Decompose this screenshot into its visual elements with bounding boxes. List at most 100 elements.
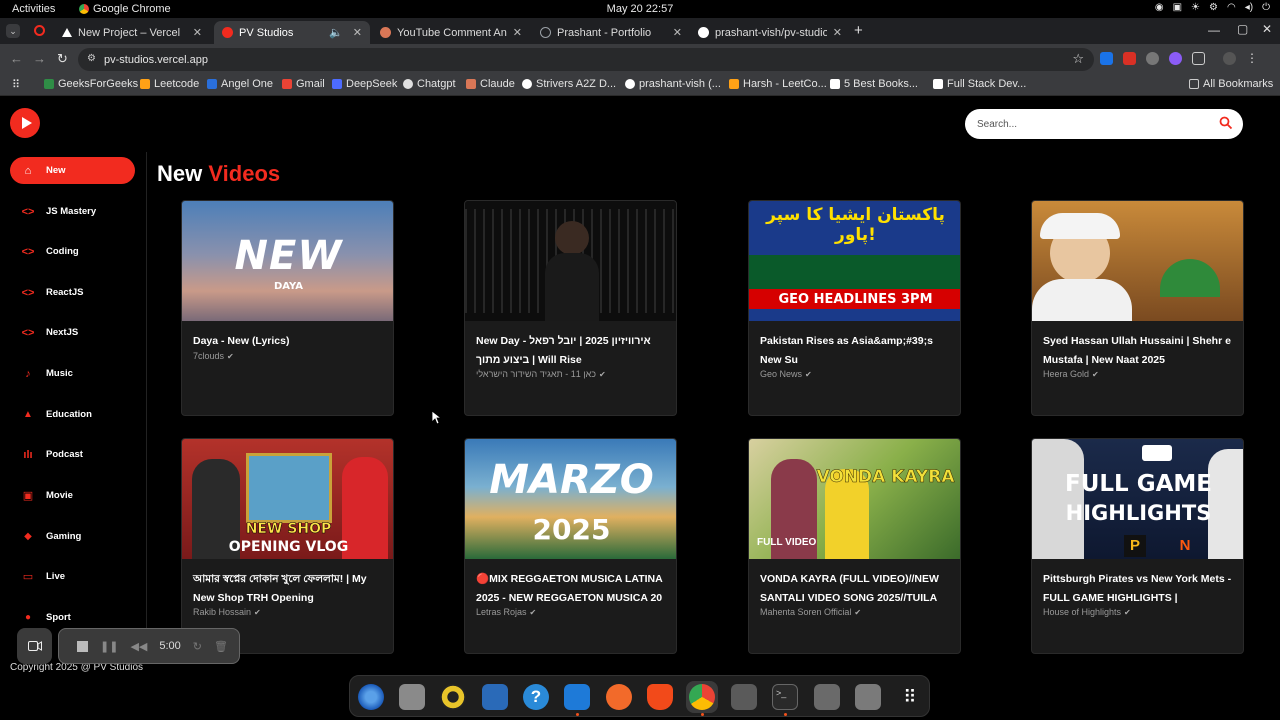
bookmark-item[interactable]: Chatgpt xyxy=(403,78,456,90)
extension-icon[interactable] xyxy=(1100,52,1113,65)
video-thumbnail[interactable] xyxy=(465,201,676,321)
all-bookmarks-button[interactable]: All Bookmarks xyxy=(1189,78,1273,90)
sidebar-item-nextjs[interactable]: <> NextJS xyxy=(10,319,135,346)
speaker-icon[interactable]: 🔈 xyxy=(329,26,343,39)
address-bar[interactable]: ⚙ pv-studios.vercel.app ☆ xyxy=(78,48,1094,71)
video-thumbnail[interactable] xyxy=(1032,201,1243,321)
sidebar-item-new[interactable]: ⌂ New xyxy=(10,157,135,184)
forward-button[interactable]: → xyxy=(33,51,46,66)
terminal-icon[interactable]: >_ xyxy=(772,684,798,710)
channel-name[interactable]: 7clouds ✔ xyxy=(193,351,234,361)
reload-button[interactable]: ↻ xyxy=(57,51,68,67)
show-apps-grid-icon[interactable]: ⠿ xyxy=(897,684,923,710)
puzzle-icon[interactable] xyxy=(1192,52,1205,65)
bookmark-item[interactable]: Angel One xyxy=(207,78,273,90)
tab-pv-studios[interactable]: PV Studios 🔈 ✕ xyxy=(214,21,370,44)
video-card[interactable]: NEW SHOP OPENING VLOG আমার স্বপ্নের দোকা… xyxy=(181,438,394,654)
disks-icon[interactable] xyxy=(731,684,757,710)
camera-button[interactable] xyxy=(17,628,52,664)
maximize-button[interactable]: ▢ xyxy=(1237,22,1248,36)
system-tray[interactable]: ◉ ▣ ☀ ⚙ ◠ ◂) ⏻ xyxy=(1155,2,1270,13)
channel-name[interactable]: Letras Rojas ✔ xyxy=(476,607,536,617)
extension-icon[interactable] xyxy=(1123,52,1136,65)
channel-name[interactable]: House of Highlights ✔ xyxy=(1043,607,1131,617)
sidebar-item-live[interactable]: ▭ Live xyxy=(10,563,135,590)
sidebar-item-reactjs[interactable]: <> ReactJS xyxy=(10,279,135,306)
video-thumbnail[interactable]: پاکستان ایشیا کا سپر پاور! GEO HEADLINES… xyxy=(749,201,960,321)
bookmark-item[interactable]: DeepSeek xyxy=(332,78,397,90)
bookmark-item[interactable]: prashant-vish (... xyxy=(625,78,721,90)
close-icon[interactable]: ✕ xyxy=(193,26,202,39)
close-icon[interactable]: ✕ xyxy=(513,26,522,39)
bookmark-item[interactable]: Harsh - LeetCo... xyxy=(729,78,827,90)
stop-button[interactable] xyxy=(77,640,88,652)
text-editor-icon[interactable] xyxy=(814,684,840,710)
vscode-icon[interactable] xyxy=(564,684,590,710)
profile-avatar[interactable] xyxy=(1223,52,1236,65)
files-icon[interactable] xyxy=(399,684,425,710)
clock[interactable]: May 20 22:57 xyxy=(0,3,1280,15)
channel-name[interactable]: Rakib Hossain ✔ xyxy=(193,607,261,617)
bookmark-item[interactable]: Strivers A2Z D... xyxy=(522,78,616,90)
tab-youtube-comment[interactable]: YouTube Comment Anal ✕ xyxy=(372,21,530,44)
bookmark-star-icon[interactable]: ☆ xyxy=(1072,51,1084,67)
sidebar-item-coding[interactable]: <> Coding xyxy=(10,238,135,265)
brave-icon[interactable] xyxy=(647,684,673,710)
extension-icon[interactable] xyxy=(1146,52,1159,65)
close-icon[interactable]: ✕ xyxy=(833,26,842,39)
bookmark-item[interactable]: Leetcode xyxy=(140,78,199,90)
restart-button[interactable]: ↻ xyxy=(193,640,202,653)
sidebar-item-education[interactable]: ▲ Education xyxy=(10,401,135,428)
search-input[interactable] xyxy=(977,116,1207,132)
video-card[interactable]: אירוויזיון 2025 | יובל רפאל - New Day Wi… xyxy=(464,200,677,416)
video-card[interactable]: VONDA KAYRA FULL VIDEO VONDA KAYRA (FULL… xyxy=(748,438,961,654)
bookmark-item[interactable]: Claude xyxy=(466,78,515,90)
apps-grid-icon[interactable]: ⠿ xyxy=(12,78,20,91)
new-tab-button[interactable]: + xyxy=(854,22,863,39)
video-card[interactable]: FULL GAME HIGHLIGHTS P N Pittsburgh Pira… xyxy=(1031,438,1244,654)
search-icon[interactable] xyxy=(1219,116,1233,130)
site-info-icon[interactable]: ⚙ xyxy=(87,53,96,64)
video-title[interactable]: VONDA KAYRA (FULL VIDEO)//NEW SANTALI VI… xyxy=(760,570,955,607)
close-window-button[interactable]: ✕ xyxy=(1262,22,1272,36)
tab-portfolio[interactable]: Prashant - Portfolio ✕ xyxy=(532,21,690,44)
rewind-button[interactable]: ◀◀ xyxy=(130,640,147,653)
channel-name[interactable]: כאן 11 - תאגיד השידור הישראלי ✔ xyxy=(476,369,606,379)
video-thumbnail[interactable]: FULL GAME HIGHLIGHTS P N xyxy=(1032,439,1243,559)
video-title[interactable]: Pakistan Rises as Asia&amp;#39;s New Su xyxy=(760,332,955,369)
sidebar-item-sport[interactable]: ● Sport xyxy=(10,604,135,631)
bookmark-item[interactable]: GeeksForGeeks xyxy=(44,78,138,90)
video-title[interactable]: আমার স্বপ্নের দোকান খুলে ফেললাম! | My Ne… xyxy=(193,570,388,607)
sidebar-item-gaming[interactable]: ◆ Gaming xyxy=(10,523,135,550)
back-button[interactable]: ← xyxy=(10,51,23,66)
video-thumbnail[interactable]: NEW DAYA xyxy=(182,201,393,321)
video-card[interactable]: MARZO 2025 🔴MIX REGGAETON MUSICA LATINA … xyxy=(464,438,677,654)
chrome-dock-icon[interactable] xyxy=(689,684,715,710)
rhythmbox-icon[interactable] xyxy=(440,684,466,710)
bookmark-item[interactable]: Full Stack Dev... xyxy=(933,78,1026,90)
tab-github[interactable]: prashant-vish/pv-studios ✕ xyxy=(690,21,850,44)
minimize-button[interactable]: — xyxy=(1208,23,1220,37)
sidebar-item-podcast[interactable]: ılı Podcast xyxy=(10,441,135,468)
tab-vercel[interactable]: New Project – Vercel ✕ xyxy=(54,21,210,44)
libreoffice-writer-icon[interactable] xyxy=(482,684,508,710)
menu-kebab-icon[interactable]: ⋮ xyxy=(1246,52,1258,65)
video-card[interactable]: NEW DAYA Daya - New (Lyrics) 7clouds ✔ xyxy=(181,200,394,416)
video-title[interactable]: Pittsburgh Pirates vs New York Mets - FU… xyxy=(1043,570,1238,607)
video-thumbnail[interactable]: VONDA KAYRA FULL VIDEO xyxy=(749,439,960,559)
sidebar-item-js-mastery[interactable]: <> JS Mastery xyxy=(10,198,135,225)
channel-name[interactable]: Geo News ✔ xyxy=(760,369,812,379)
close-icon[interactable]: ✕ xyxy=(673,26,682,39)
pause-button[interactable]: ❚❚ xyxy=(100,640,118,653)
close-icon[interactable]: ✕ xyxy=(353,26,362,39)
sidebar-item-music[interactable]: ♪ Music xyxy=(10,360,135,387)
extension-icon[interactable] xyxy=(1169,52,1182,65)
video-card[interactable]: پاکستان ایشیا کا سپر پاور! GEO HEADLINES… xyxy=(748,200,961,416)
video-title[interactable]: 🔴MIX REGGAETON MUSICA LATINA 2025 - NEW … xyxy=(476,570,671,607)
pencil-app-icon[interactable] xyxy=(606,684,632,710)
bookmark-item[interactable]: 5 Best Books... xyxy=(830,78,918,90)
trash-icon[interactable] xyxy=(855,684,881,710)
bookmark-item[interactable]: Gmail xyxy=(282,78,325,90)
video-card[interactable]: Syed Hassan Ullah Hussaini | Shehr e Mus… xyxy=(1031,200,1244,416)
trash-button[interactable]: 🗑 xyxy=(214,640,228,653)
